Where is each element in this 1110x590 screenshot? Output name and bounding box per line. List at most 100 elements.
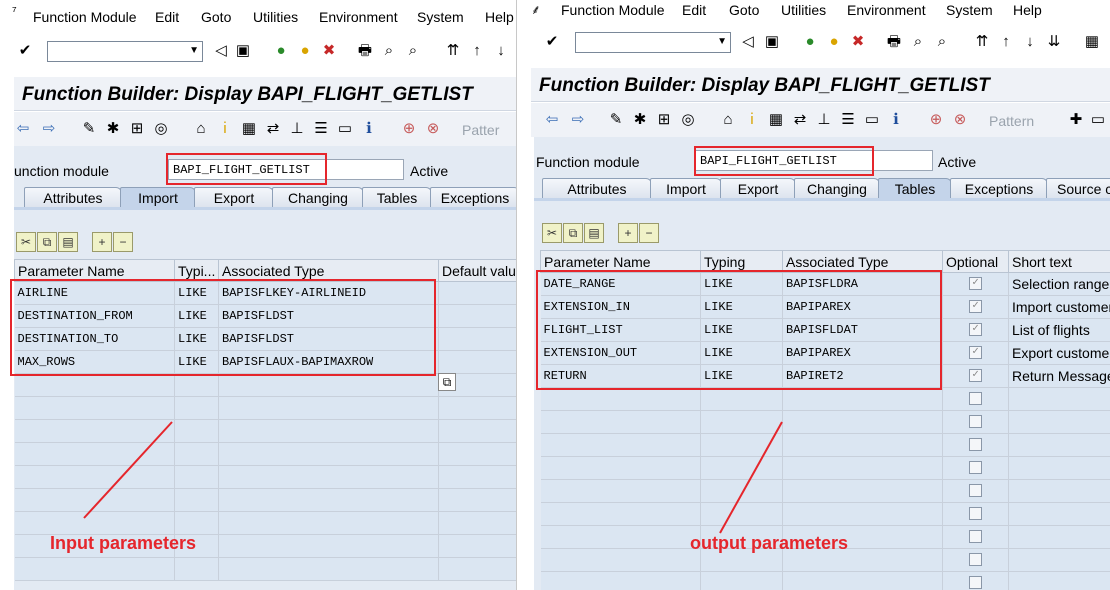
table-cell[interactable]: BAPIPAREX: [782, 341, 943, 365]
table-cell[interactable]: [540, 525, 701, 549]
table-row[interactable]: FLIGHT_LIST LIKE BAPISFLDAT ✓ List of flight…: [540, 318, 1110, 342]
table-cell[interactable]: [782, 571, 943, 590]
menu-utilities[interactable]: Utilities: [253, 9, 298, 25]
function-module-field[interactable]: BAPI_FLIGHT_GETLIST: [695, 150, 933, 171]
back-arrow-icon[interactable]: ⇦: [14, 121, 32, 139]
table-cell[interactable]: EXTENSION_IN: [540, 295, 701, 319]
table-cell[interactable]: [438, 511, 516, 535]
table-cell[interactable]: [700, 502, 783, 526]
enter-icon[interactable]: ✔: [543, 34, 561, 52]
menu-goto[interactable]: Goto: [201, 9, 231, 25]
optional-checkbox[interactable]: [969, 461, 982, 475]
value-help-icon[interactable]: ⧉: [438, 373, 456, 391]
system-menu-icon[interactable]: ⁷: [12, 3, 17, 18]
table-cell[interactable]: DATE_RANGE: [540, 272, 701, 296]
column-header-optional[interactable]: Optional: [942, 250, 1009, 273]
find-icon[interactable]: ⌕: [380, 43, 398, 61]
menu-edit[interactable]: Edit: [155, 9, 179, 25]
table-cell[interactable]: AIRLINE: [14, 281, 175, 305]
forward-arrow-icon[interactable]: ⇨: [569, 112, 587, 130]
chevron-down-icon[interactable]: ▼: [189, 45, 199, 56]
display-object-list-icon[interactable]: ▦: [767, 112, 785, 130]
menu-help[interactable]: Help: [1013, 2, 1042, 18]
previous-page-icon[interactable]: ↑: [468, 43, 486, 61]
save-icon[interactable]: ▣: [234, 43, 252, 61]
back-icon[interactable]: ●: [801, 34, 819, 52]
insert-row-icon[interactable]: +: [92, 232, 112, 252]
table-cell[interactable]: [174, 557, 219, 581]
short-text-cell[interactable]: [1008, 571, 1110, 590]
copy-icon[interactable]: ⧉: [37, 232, 57, 252]
optional-cell[interactable]: [942, 548, 1009, 572]
tab-changing[interactable]: Changing: [794, 178, 880, 198]
last-page-icon[interactable]: ⇊: [1045, 34, 1063, 52]
pattern-button[interactable]: Patter: [462, 122, 499, 138]
table-cell[interactable]: [14, 419, 175, 443]
help-info-icon[interactable]: ℹ: [887, 112, 905, 130]
short-text-cell[interactable]: [1008, 456, 1110, 480]
table-cell[interactable]: [218, 534, 439, 558]
back-arrow-icon[interactable]: ⇦: [543, 112, 561, 130]
table-row-empty[interactable]: [14, 396, 516, 420]
table-cell[interactable]: LIKE: [700, 318, 783, 342]
pretty-printer-icon[interactable]: ⊗: [951, 112, 969, 130]
pattern-button[interactable]: Pattern: [989, 113, 1034, 129]
short-text-cell[interactable]: [1008, 479, 1110, 503]
short-text-cell[interactable]: [1008, 433, 1110, 457]
menu-system[interactable]: System: [946, 2, 993, 18]
table-row-empty[interactable]: [14, 511, 516, 535]
table-cell[interactable]: [540, 502, 701, 526]
table-row[interactable]: DATE_RANGE LIKE BAPISFLDRA ✓ Selection range…: [540, 272, 1110, 296]
optional-checkbox[interactable]: ✓: [969, 300, 982, 314]
exit-icon[interactable]: ●: [825, 34, 843, 52]
table-cell[interactable]: [174, 396, 219, 420]
optional-checkbox[interactable]: ✓: [969, 277, 982, 291]
optional-checkbox[interactable]: [969, 530, 982, 544]
table-row[interactable]: DESTINATION_FROM LIKE BAPISFLDST: [14, 304, 516, 328]
table-row[interactable]: RETURNLIKEBAPIRET2 ✓ Return Messages: [540, 364, 1110, 388]
short-text-cell[interactable]: List of flights: [1008, 318, 1110, 342]
optional-checkbox[interactable]: [969, 484, 982, 498]
pattern-icon[interactable]: ⊕: [927, 112, 945, 130]
optional-cell[interactable]: [942, 456, 1009, 480]
short-text-cell[interactable]: [1008, 387, 1110, 411]
table-row-empty[interactable]: [14, 419, 516, 443]
table-cell[interactable]: [438, 281, 516, 305]
command-field[interactable]: ▼: [575, 32, 731, 53]
column-header-parameter-name[interactable]: Parameter Name: [540, 250, 701, 273]
window-icon[interactable]: ▭: [336, 121, 354, 139]
table-cell[interactable]: [700, 387, 783, 411]
table-row[interactable]: AIRLINE LIKE BAPISFLKEY-AIRLINEID: [14, 281, 516, 305]
menu-goto[interactable]: Goto: [729, 2, 759, 18]
pattern-icon[interactable]: ⊕: [400, 121, 418, 139]
plus-icon[interactable]: ✚: [1067, 112, 1085, 130]
table-cell[interactable]: [438, 465, 516, 489]
table-cell[interactable]: BAPIPAREX: [782, 295, 943, 319]
table-cell[interactable]: LIKE: [174, 304, 219, 328]
table-cell[interactable]: LIKE: [174, 350, 219, 374]
column-header-associated-type[interactable]: Associated Type: [218, 259, 439, 282]
tab-tables[interactable]: Tables: [878, 178, 952, 198]
optional-checkbox[interactable]: [969, 553, 982, 567]
table-cell[interactable]: [700, 479, 783, 503]
table-row-empty[interactable]: [540, 502, 1110, 526]
exit-icon[interactable]: ●: [296, 43, 314, 61]
table-cell[interactable]: DESTINATION_TO: [14, 327, 175, 351]
system-menu-icon[interactable]: ⸙: [531, 0, 541, 18]
table-cell[interactable]: [14, 465, 175, 489]
menu-environment[interactable]: Environment: [847, 2, 926, 18]
table-row-empty[interactable]: [540, 456, 1110, 480]
test-icon[interactable]: ◎: [152, 121, 170, 139]
optional-cell[interactable]: [942, 387, 1009, 411]
navigation-icon[interactable]: ⇄: [791, 112, 809, 130]
table-cell[interactable]: [700, 571, 783, 590]
first-page-icon[interactable]: ⇈: [973, 34, 991, 52]
check-icon[interactable]: ⊞: [128, 121, 146, 139]
optional-checkbox[interactable]: ✓: [969, 346, 982, 360]
table-row-empty[interactable]: [540, 433, 1110, 457]
display-object-list-icon[interactable]: ▦: [240, 121, 258, 139]
help-info-icon[interactable]: ℹ: [360, 121, 378, 139]
tab-export[interactable]: Export: [720, 178, 796, 198]
next-page-icon[interactable]: ↓: [492, 43, 510, 61]
column-header-typing[interactable]: Typing: [700, 250, 783, 273]
